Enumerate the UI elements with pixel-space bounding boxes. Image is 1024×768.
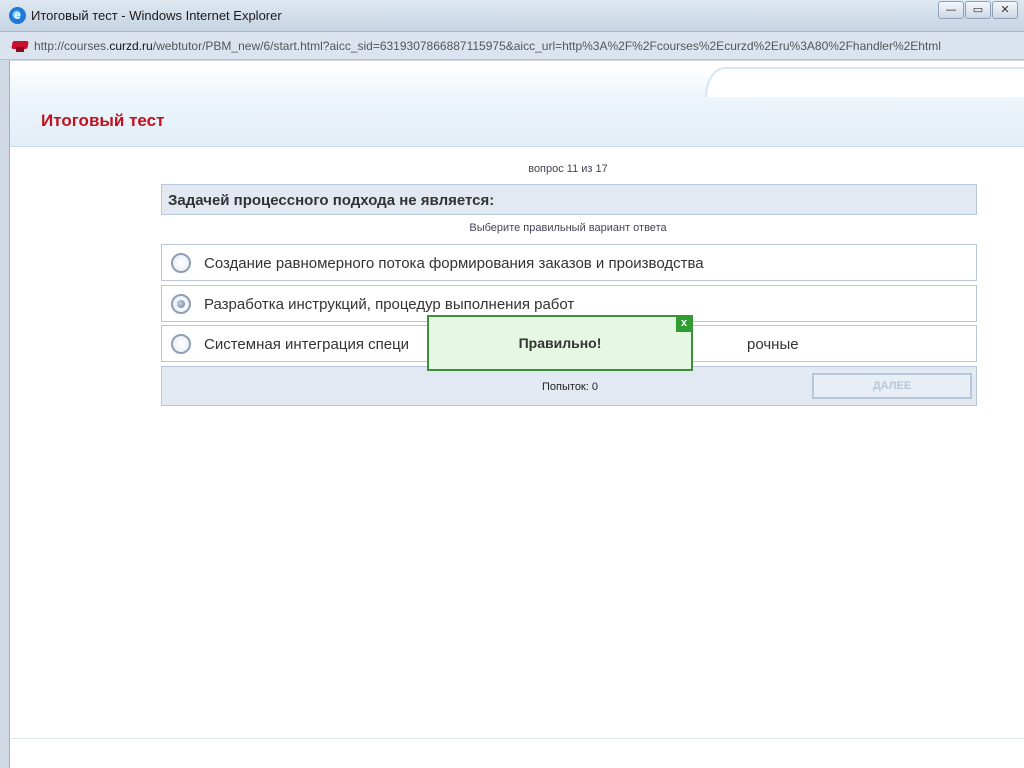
page-content: Итоговый тест вопрос 11 из 17 Задачей пр…	[9, 61, 1024, 768]
url-path: /webtutor/PBM_new/6/start.html?aicc_sid=…	[152, 39, 941, 53]
answer-option-1[interactable]: Создание равномерного потока формировани…	[161, 244, 977, 281]
page-header: Итоговый тест	[10, 67, 1024, 147]
url-prefix: http://courses.	[34, 39, 110, 53]
answer-instruction: Выберите правильный вариант ответа	[469, 222, 667, 234]
window-title: Итоговый тест - Windows Internet Explore…	[31, 8, 282, 23]
question-counter: вопрос 11 из 17	[528, 163, 608, 175]
window-controls: — ▭ ✕	[937, 1, 1018, 19]
close-icon[interactable]: x	[676, 316, 692, 332]
question-text: Задачей процессного подхода не является:	[168, 192, 495, 209]
address-field[interactable]: http://courses.curzd.ru/webtutor/PBM_new…	[34, 36, 1018, 56]
page-title: Итоговый тест	[41, 111, 165, 130]
minimize-button[interactable]: —	[938, 1, 964, 19]
internet-explorer-icon: e	[9, 7, 26, 24]
graduation-cap-icon	[11, 39, 29, 53]
radio-button[interactable]	[171, 253, 191, 273]
footer-divider	[10, 738, 1024, 739]
radio-button[interactable]	[171, 334, 191, 354]
question-box: Задачей процессного подхода не является:	[161, 184, 977, 215]
maximize-button[interactable]: ▭	[965, 1, 991, 19]
quiz-footer-bar: Попыток: 0 ДАЛЕЕ	[161, 366, 977, 406]
answer-option-label[interactable]: Разработка инструкций, процедур выполнен…	[204, 296, 574, 313]
address-bar: http://courses.curzd.ru/webtutor/PBM_new…	[0, 32, 1024, 60]
feedback-message: Правильно!	[518, 335, 602, 351]
answer-option-label[interactable]: Системная интеграция специ	[204, 336, 409, 353]
feedback-popup: Правильно! x	[427, 315, 693, 371]
radio-button-selected[interactable]	[171, 294, 191, 314]
url-domain: curzd.ru	[109, 39, 153, 53]
answer-option-label[interactable]: Создание равномерного потока формировани…	[204, 255, 704, 272]
window-titlebar: e Итоговый тест - Windows Internet Explo…	[0, 0, 1024, 32]
answer-option-label-tail[interactable]: рочные	[747, 336, 799, 353]
header-decoration	[705, 67, 1024, 97]
next-button[interactable]: ДАЛЕЕ	[812, 373, 972, 399]
close-button[interactable]: ✕	[992, 1, 1018, 19]
